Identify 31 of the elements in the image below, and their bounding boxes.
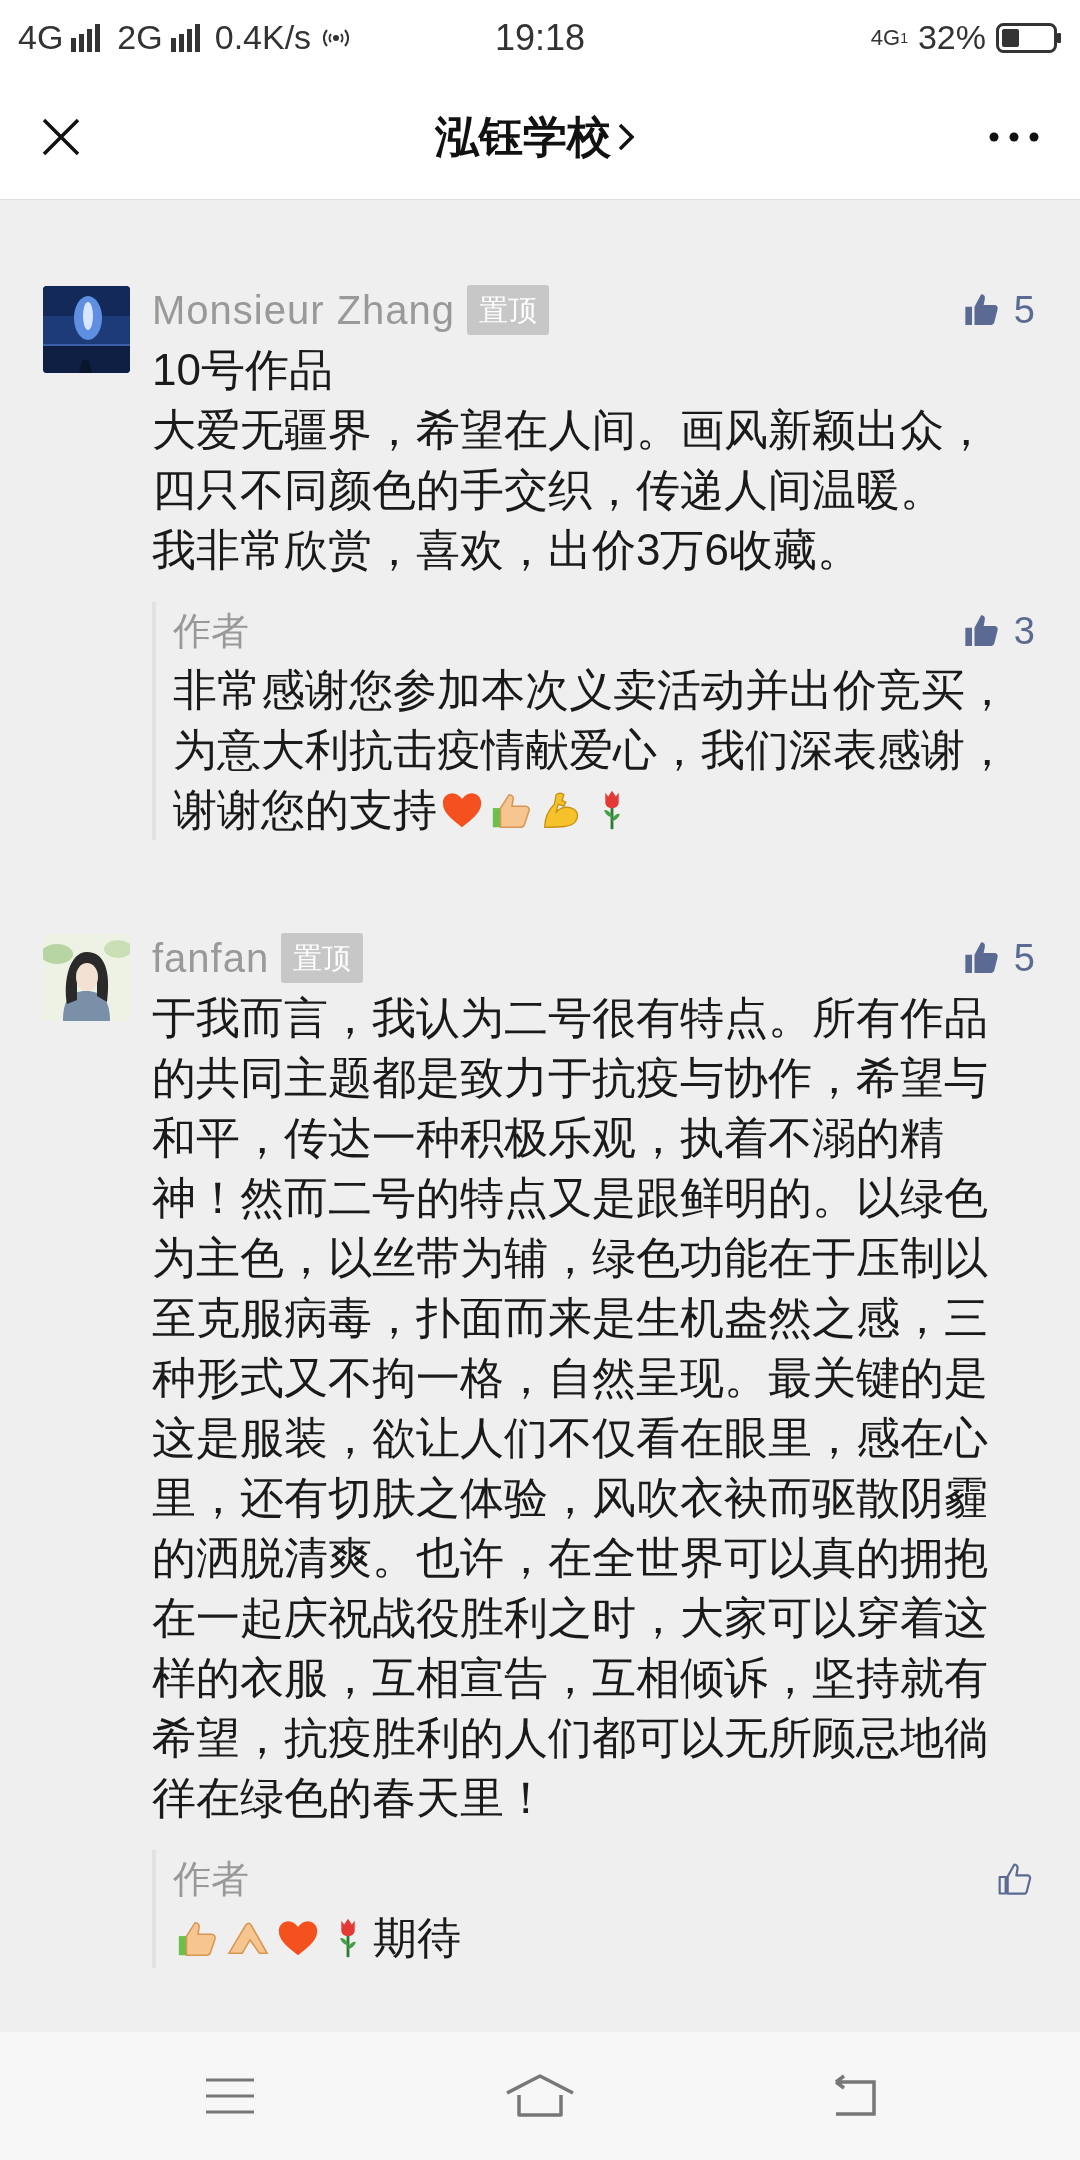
battery-percent: 32%: [917, 17, 986, 58]
network-type: 4G: [18, 17, 64, 58]
signal-icon: [170, 23, 201, 52]
reply-text: 非常感谢您参加本次义卖活动并出价竞买，为意大利抗击疫情献爱心，我们深表感谢，谢谢您的支持: [173, 664, 1010, 836]
comment-text: 10号作品: [152, 344, 334, 396]
chevron-right-icon[interactable]: [617, 122, 635, 152]
reply-text: 期待: [173, 1908, 1013, 1968]
home-button[interactable]: [505, 2073, 575, 2119]
comment-text: 我非常欣赏，喜欢，出价3万6收藏。: [152, 524, 862, 576]
menu-button[interactable]: [204, 2076, 257, 2116]
more-icon[interactable]: [989, 132, 1039, 142]
network-type: 4G: [870, 25, 901, 50]
like-count: 3: [1013, 608, 1035, 654]
reply-author: 作者: [173, 1856, 249, 1902]
like-count: 5: [1013, 935, 1035, 981]
like-count: 5: [1013, 287, 1035, 333]
comment-text: 于我而言，我认为二号很有特点。所有作品的共同主题都是致力于抗疫与协作，希望与和平，传达一种积极乐观，执着不溺的精神！然而二号的特点又是跟鲜明的。以绿色为主色，以丝带为辅，绿色功能在于压制以至克服病毒，扑面而来是生机盎然之感，三种形式又不拘一格，自然呈现。最关键的是这是服装，欲让人们不仅看在眼里，感在心里，还有切肤之体验，风吹衣袂而驱散阴霾的洒脱清爽。也许，在全世界可以真的拥抱在一起庆祝战役胜利之时，大家可以穿着这样的衣服，互相宣告，互相倾诉，坚持就有希望，抗疫胜利的人们都可以无所顾忌地徜徉在绿色的春天里！: [152, 992, 989, 1824]
network-type: 2G: [117, 17, 163, 58]
reply-author: 作者: [173, 608, 249, 654]
commenter-name: Monsieur Zhang: [152, 287, 456, 334]
signal-icon: [71, 23, 102, 52]
sim-number: 1: [900, 28, 908, 48]
battery-icon: [996, 22, 1062, 53]
pinned-badge: 置顶: [281, 933, 364, 983]
comment-text: 四只不同颜色的手交织，传递人间温暖。: [152, 464, 945, 516]
network-speed: 0.4K/s: [214, 17, 312, 58]
clock: 19:18: [494, 15, 586, 60]
pinned-badge: 置顶: [467, 285, 550, 335]
commenter-name: fanfan: [152, 935, 270, 982]
page-title[interactable]: 泓钰学校: [435, 104, 611, 170]
comment-text: 大爱无疆界，希望在人间。画风新颖出众，: [152, 404, 989, 456]
